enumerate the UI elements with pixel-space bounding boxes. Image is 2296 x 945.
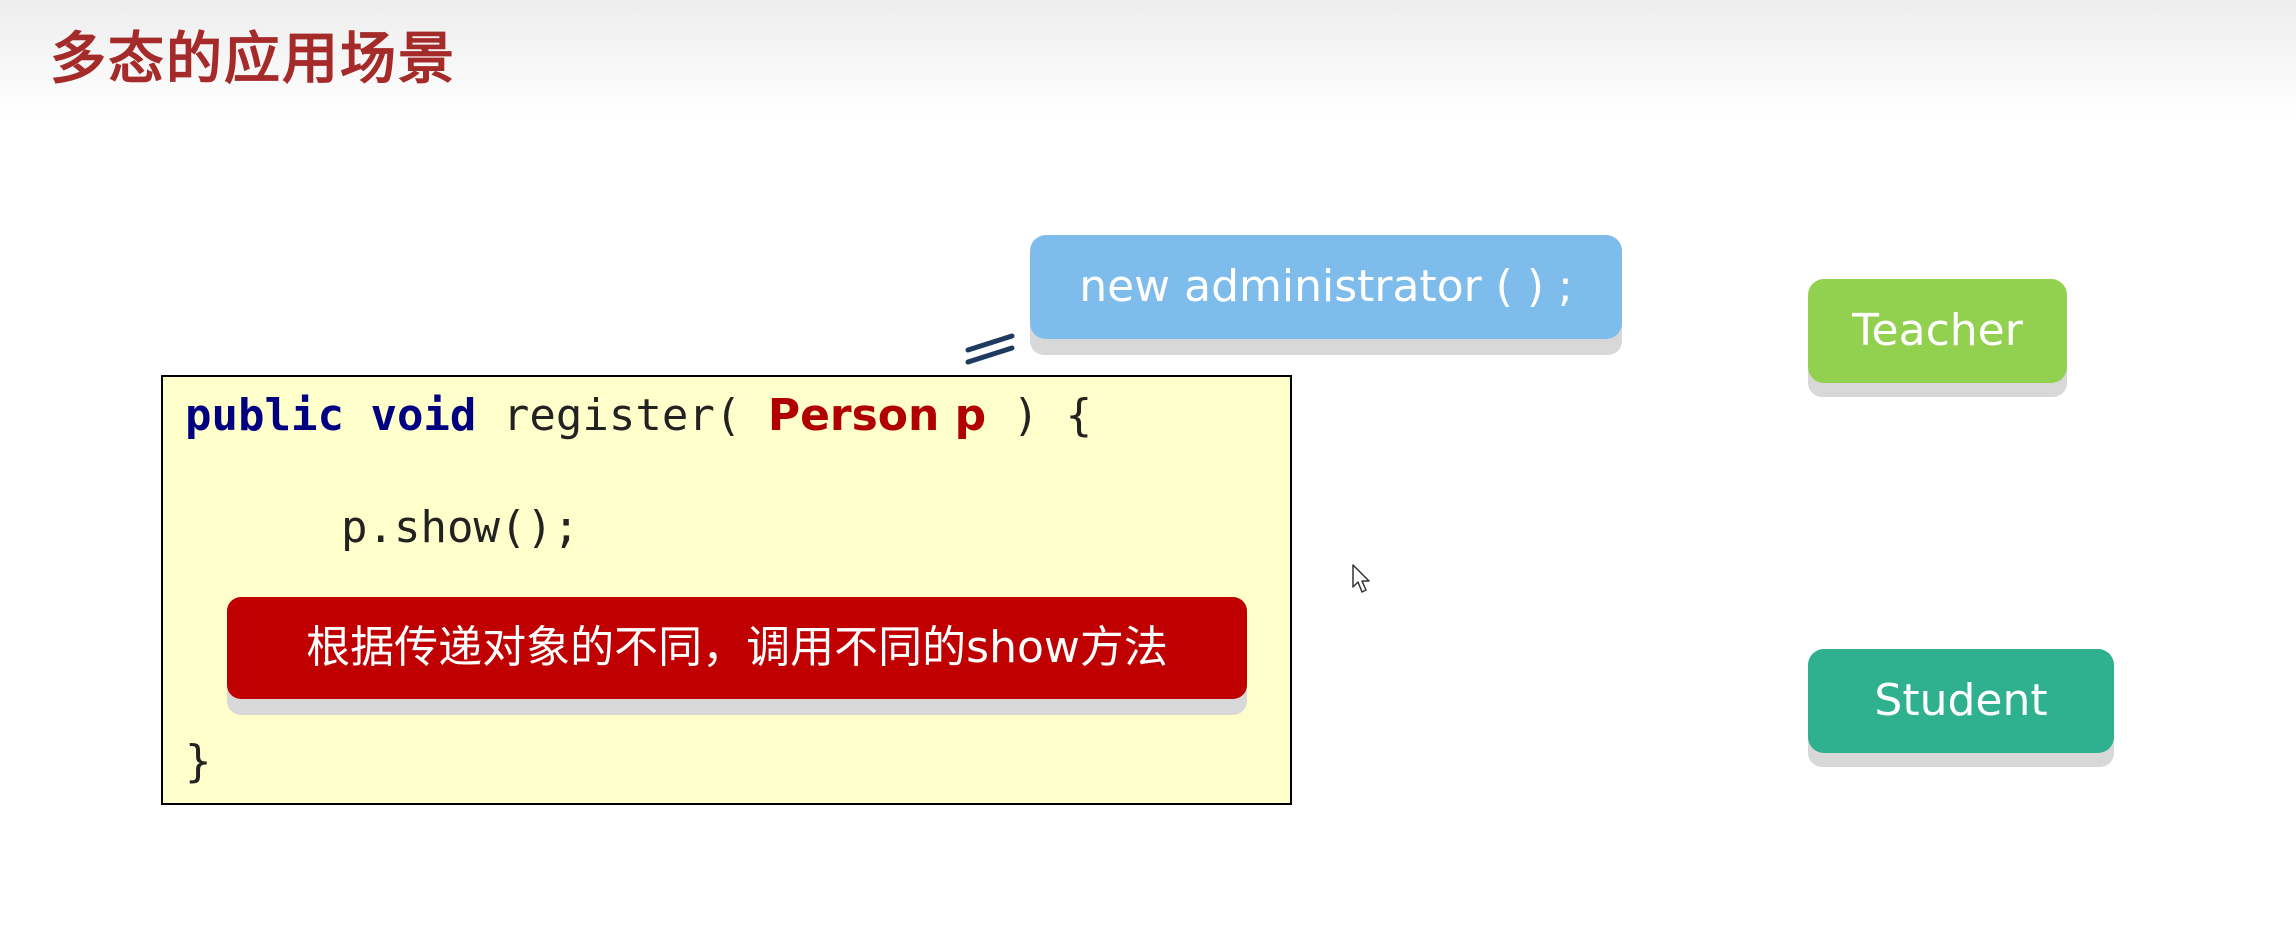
- keyword-void: void: [370, 390, 477, 441]
- method-body-line: p.show();: [341, 502, 580, 553]
- teacher-object-box: Teacher: [1808, 279, 2067, 383]
- student-object-box: Student: [1808, 649, 2114, 753]
- method-signature-line: public void register( Person p ) {: [185, 389, 1092, 443]
- method-name-open: register(: [476, 390, 768, 441]
- page-title: 多态的应用场景: [50, 27, 456, 92]
- method-close: ) {: [986, 390, 1093, 441]
- equals-sign-icon: [965, 333, 1015, 365]
- parameter-person: Person p: [767, 390, 987, 441]
- note-callout: 根据传递对象的不同，调用不同的show方法: [227, 597, 1247, 699]
- admin-object-box: new administrator ( ) ;: [1030, 235, 1622, 339]
- closing-brace: }: [185, 736, 212, 787]
- code-block: public void register( Person p ) { p.sho…: [161, 375, 1292, 805]
- mouse-pointer-icon: [1352, 564, 1370, 593]
- keyword-public: public: [185, 390, 344, 441]
